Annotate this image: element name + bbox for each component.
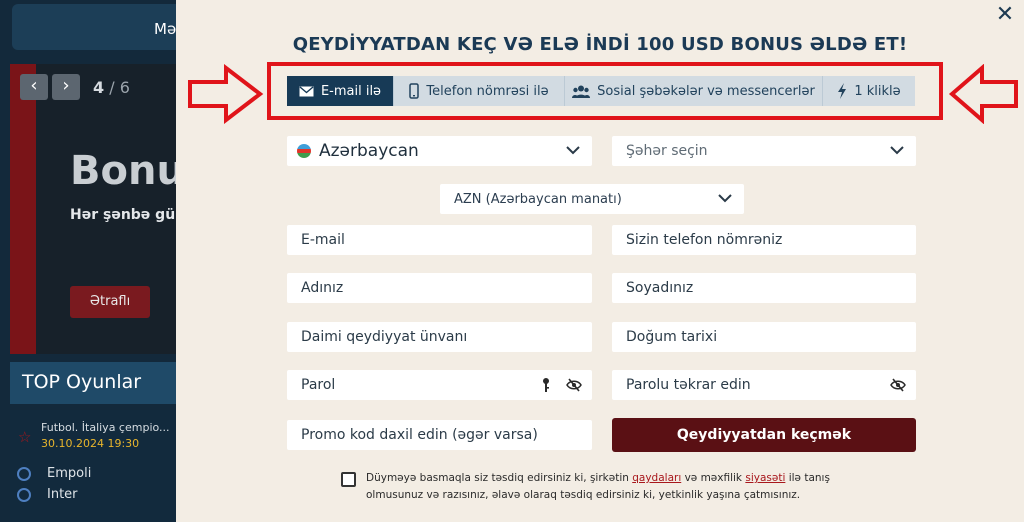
modal-title: QEYDİYYATDAN KEÇ VƏ ELƏ İNDİ 100 USD BON… xyxy=(292,34,908,55)
tab-email[interactable]: E-mail ilə xyxy=(287,76,394,106)
tab-phone[interactable]: Telefon nömrəsi ilə xyxy=(394,76,565,106)
city-placeholder: Şəhər seçin xyxy=(626,143,708,159)
password-repeat-placeholder: Parolu təkrar edin xyxy=(626,377,751,393)
banner-subtitle: Hər şənbə gü xyxy=(70,207,176,223)
last-name-placeholder: Soyadınız xyxy=(626,280,694,296)
password-placeholder: Parol xyxy=(301,377,336,393)
country-select[interactable]: Azərbaycan xyxy=(287,136,592,166)
slider-next-button[interactable]: › xyxy=(52,74,80,100)
phone-placeholder: Sizin telefon nömrəniz xyxy=(626,232,783,248)
eye-slash-icon[interactable] xyxy=(890,378,906,392)
first-name-field[interactable]: Adınız xyxy=(287,273,592,303)
rules-link[interactable]: qaydaları xyxy=(632,472,681,484)
terms-text: Düyməyə basmaqla siz təsdiq edirsiniz ki… xyxy=(366,472,830,501)
currency-select[interactable]: AZN (Azərbaycan manatı) xyxy=(440,184,744,214)
first-name-placeholder: Adınız xyxy=(301,280,344,296)
city-select[interactable]: Şəhər seçin xyxy=(612,136,916,166)
more-button[interactable]: Ətraflı xyxy=(70,286,150,318)
register-button[interactable]: Qeydiyyatdan keçmək xyxy=(612,418,916,452)
address-placeholder: Daimi qeydiyyat ünvanı xyxy=(301,329,468,345)
users-icon xyxy=(572,85,591,98)
country-value: Azərbaycan xyxy=(319,141,419,161)
team-logo-icon xyxy=(17,467,31,481)
phone-icon xyxy=(409,83,420,99)
eye-slash-icon[interactable] xyxy=(566,378,582,392)
tab-label: Telefon nömrəsi ilə xyxy=(426,83,549,99)
birth-date-placeholder: Doğum tarixi xyxy=(626,329,718,345)
match-title: Futbol. İtaliya çempio... xyxy=(41,421,170,434)
azerbaijan-flag-icon xyxy=(297,144,311,158)
birth-date-field[interactable]: Doğum tarixi xyxy=(612,322,916,352)
chevron-down-icon xyxy=(566,146,580,155)
chevron-down-icon xyxy=(718,194,732,203)
address-field[interactable]: Daimi qeydiyyat ünvanı xyxy=(287,322,592,352)
privacy-policy-link[interactable]: siyasəti xyxy=(745,472,785,484)
password-repeat-field[interactable]: Parolu təkrar edin xyxy=(612,370,916,400)
top-games-header: TOP Oyunlar xyxy=(10,362,190,404)
match-time: 30.10.2024 19:30 xyxy=(41,437,140,450)
tab-one-click[interactable]: 1 kliklə xyxy=(823,76,915,106)
password-field[interactable]: Parol xyxy=(287,370,592,400)
terms-checkbox[interactable] xyxy=(341,472,356,487)
top-nav-item[interactable]: Mə xyxy=(12,4,192,50)
tab-label: 1 kliklə xyxy=(854,83,901,99)
team-name: Inter xyxy=(47,487,78,502)
last-name-field[interactable]: Soyadınız xyxy=(612,273,916,303)
chevron-down-icon xyxy=(890,146,904,155)
email-field[interactable]: E-mail xyxy=(287,225,592,255)
close-icon[interactable]: ✕ xyxy=(994,4,1016,26)
tab-label: E-mail ilə xyxy=(320,83,382,99)
phone-field[interactable]: Sizin telefon nömrəniz xyxy=(612,225,916,255)
registration-tabs: E-mail ilə Telefon nömrəsi ilə Sosial şə… xyxy=(287,76,915,106)
email-placeholder: E-mail xyxy=(301,232,345,248)
slide-counter: 4 / 6 xyxy=(93,78,130,97)
tab-label: Sosial şəbəkələr və messencerlər xyxy=(597,83,815,99)
team-logo-icon xyxy=(17,488,31,502)
key-icon[interactable] xyxy=(542,377,550,393)
arrow-left-icon xyxy=(948,64,1018,124)
slider-prev-button[interactable]: ‹ xyxy=(20,74,48,100)
promo-code-field[interactable]: Promo kod daxil edin (əgər varsa) xyxy=(287,420,592,450)
team-name: Empoli xyxy=(47,466,92,481)
banner-accent xyxy=(10,64,36,354)
promo-code-placeholder: Promo kod daxil edin (əgər varsa) xyxy=(301,427,538,443)
lightning-icon xyxy=(838,83,847,99)
chevron-right-icon: › xyxy=(62,75,70,96)
chevron-left-icon: ‹ xyxy=(30,75,38,96)
tab-social[interactable]: Sosial şəbəkələr və messencerlər xyxy=(565,76,823,106)
star-icon[interactable]: ☆ xyxy=(18,428,31,446)
envelope-icon xyxy=(299,85,314,96)
arrow-right-icon xyxy=(188,64,264,124)
currency-value: AZN (Azərbaycan manatı) xyxy=(454,191,622,207)
